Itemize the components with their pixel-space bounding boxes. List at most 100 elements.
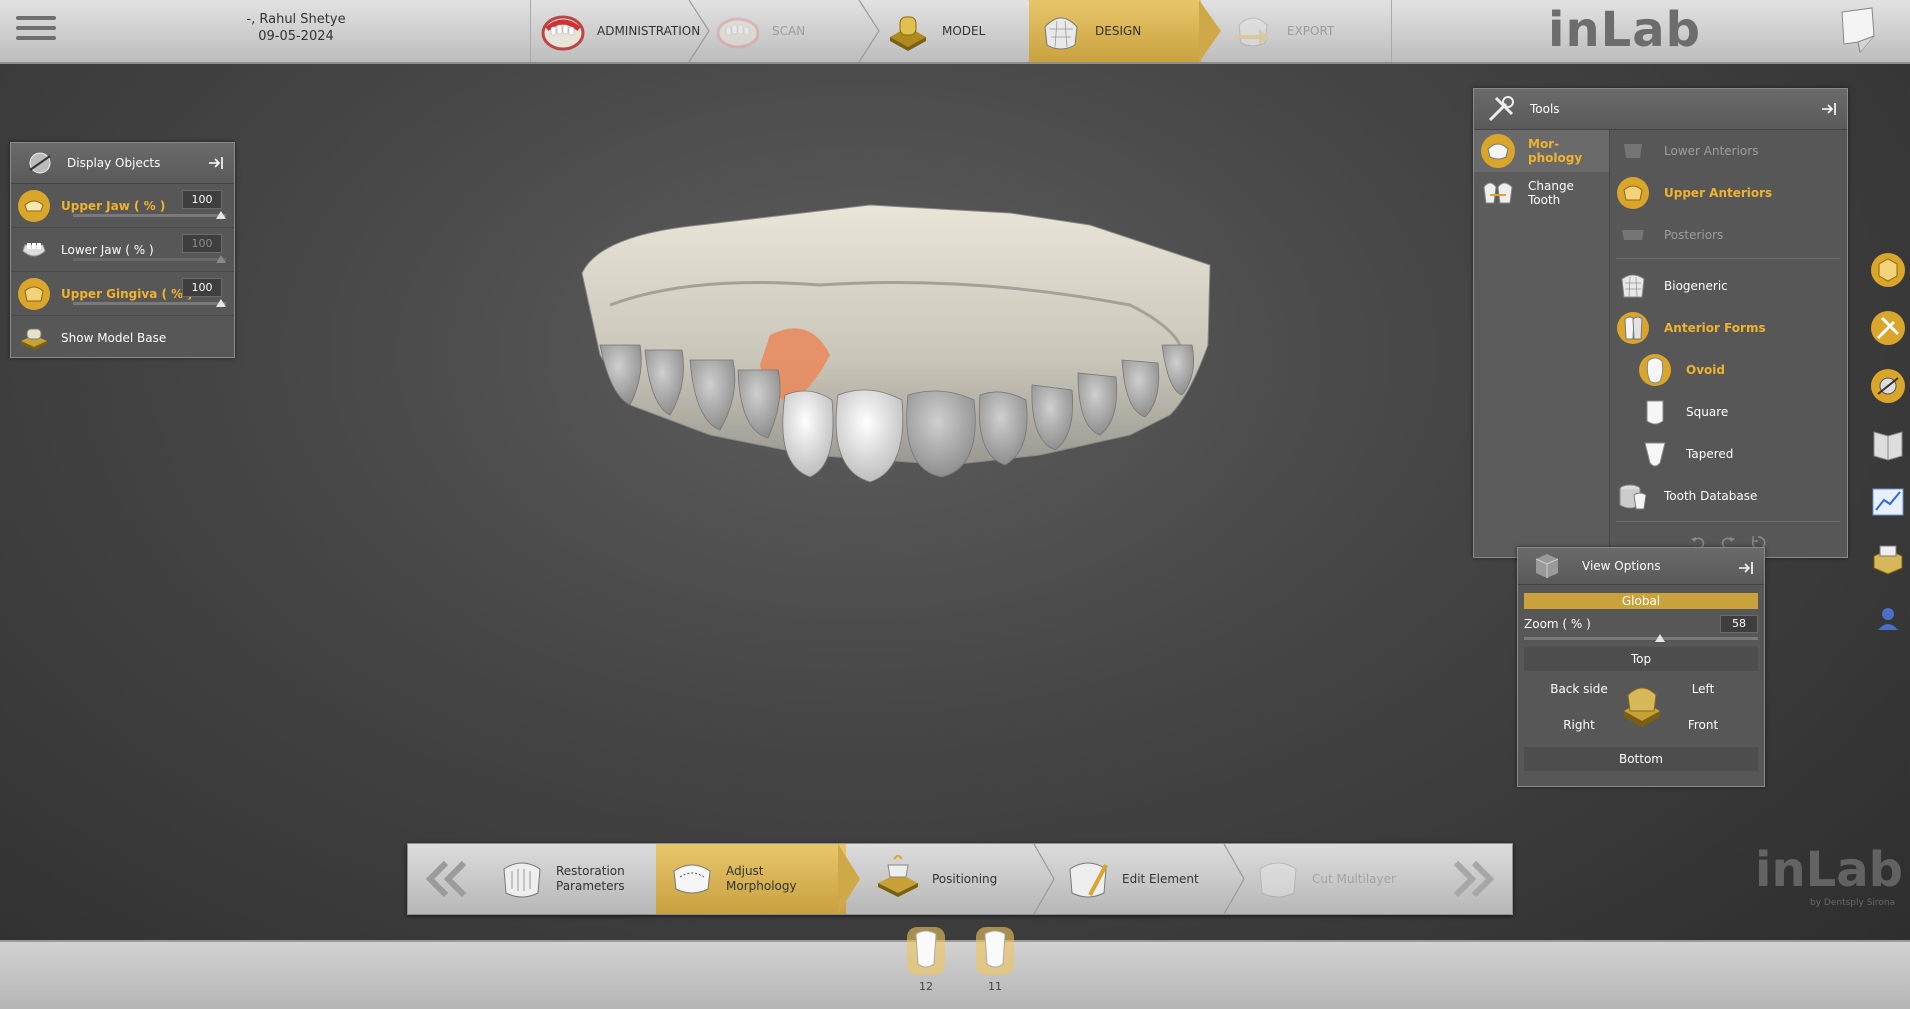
option-lower-anteriors[interactable]: Lower Anteriors bbox=[1610, 130, 1846, 172]
patient-name: -, Rahul Shetye bbox=[246, 12, 346, 27]
lower-jaw-value[interactable]: 100 bbox=[182, 234, 222, 253]
lower-jaw-row[interactable]: Lower Jaw ( % ) 100 bbox=[11, 228, 234, 272]
double-chevron-left-icon bbox=[425, 860, 467, 898]
zoom-label: Zoom ( % ) bbox=[1524, 617, 1591, 631]
lower-jaw-slider[interactable] bbox=[73, 255, 226, 263]
view-bottom-button[interactable]: Bottom bbox=[1524, 747, 1758, 771]
export-icon bbox=[1235, 17, 1269, 47]
lower-anteriors-icon bbox=[1624, 144, 1642, 158]
view-direction-grid: Top Back side Left Right Front Bottom bbox=[1524, 645, 1758, 795]
global-view-button[interactable]: Global bbox=[1524, 593, 1758, 609]
book-icon[interactable] bbox=[1870, 426, 1906, 462]
chevron-separator-icon bbox=[838, 844, 860, 914]
zoom-slider[interactable] bbox=[1524, 634, 1758, 642]
option-anterior-forms[interactable]: Anterior Forms bbox=[1610, 307, 1846, 349]
model-base-icon bbox=[21, 328, 47, 350]
option-posteriors[interactable]: Posteriors bbox=[1610, 214, 1846, 256]
view-options-panel: View Options Global Zoom ( % ) 58 Top Ba… bbox=[1517, 547, 1765, 787]
avatar-icon[interactable] bbox=[1870, 600, 1906, 636]
upper-jaw-value[interactable]: 100 bbox=[182, 190, 222, 209]
option-label: Biogeneric bbox=[1664, 279, 1728, 293]
tooth-chip-11[interactable]: 11 bbox=[972, 926, 1018, 996]
step-label: Cut Multilayer bbox=[1312, 871, 1396, 886]
option-tooth-database[interactable]: Tooth Database bbox=[1610, 475, 1846, 517]
design-step-toolbar: Restoration Parameters Adjust Morphology… bbox=[407, 843, 1513, 915]
menu-icon[interactable] bbox=[16, 10, 56, 50]
square-tooth-icon bbox=[1646, 400, 1664, 425]
step-adjust-morphology[interactable]: Adjust Morphology bbox=[656, 844, 846, 914]
upper-gingiva-icon bbox=[18, 277, 50, 310]
zoom-control: Zoom ( % ) 58 bbox=[1524, 613, 1758, 645]
pin-panel-icon[interactable] bbox=[1821, 101, 1837, 117]
step-label: Positioning bbox=[932, 871, 998, 886]
panel-title: Display Objects bbox=[67, 156, 161, 170]
workflow-step-export[interactable]: EXPORT bbox=[1221, 0, 1389, 62]
pin-panel-icon[interactable] bbox=[1738, 560, 1754, 576]
cut-multilayer-icon bbox=[1259, 862, 1297, 898]
show-model-base-row[interactable]: Show Model Base bbox=[11, 316, 234, 359]
previous-step-button[interactable] bbox=[408, 844, 486, 914]
step-cut-multilayer[interactable]: Cut Multilayer bbox=[1242, 844, 1432, 914]
workflow-step-administration[interactable]: ADMINISTRATION bbox=[531, 0, 701, 62]
view-top-button[interactable]: Top bbox=[1524, 647, 1758, 671]
workflow-step-scan[interactable]: SCAN bbox=[706, 0, 871, 62]
upper-jaw-icon bbox=[18, 189, 50, 222]
view-right-button[interactable]: Right bbox=[1524, 713, 1634, 737]
tool-morphology[interactable]: Mor- phology bbox=[1474, 130, 1609, 172]
tool-change-tooth[interactable]: Change Tooth bbox=[1474, 172, 1609, 214]
crown-design-icon bbox=[1044, 17, 1078, 50]
posteriors-icon bbox=[1622, 230, 1644, 240]
jaw-icon bbox=[541, 15, 585, 51]
workflow-step-model[interactable]: MODEL bbox=[876, 0, 1041, 62]
option-biogeneric[interactable]: Biogeneric bbox=[1610, 265, 1846, 307]
inlab-logo: inLab bbox=[1548, 2, 1701, 58]
display-objects-header: Display Objects bbox=[11, 143, 234, 184]
pin-panel-icon[interactable] bbox=[208, 155, 224, 171]
upper-jaw-row[interactable]: Upper Jaw ( % ) 100 bbox=[11, 184, 234, 228]
view-front-button[interactable]: Front bbox=[1648, 713, 1758, 737]
step-label: Adjust Morphology bbox=[726, 864, 797, 893]
chart-icon[interactable] bbox=[1870, 484, 1906, 520]
scan-jaw-icon bbox=[716, 17, 760, 49]
slider-thumb[interactable] bbox=[216, 255, 226, 263]
morphology-icon bbox=[1481, 134, 1515, 168]
view-left-button[interactable]: Left bbox=[1648, 677, 1758, 701]
next-step-button[interactable] bbox=[1434, 844, 1512, 914]
upper-jaw-slider[interactable] bbox=[73, 211, 226, 219]
step-edit-element[interactable]: Edit Element bbox=[1052, 844, 1232, 914]
option-tapered[interactable]: Tapered bbox=[1610, 433, 1846, 475]
view-back-side-button[interactable]: Back side bbox=[1524, 677, 1634, 701]
milling-icon[interactable] bbox=[1870, 542, 1906, 578]
cube-view-icon[interactable] bbox=[1870, 252, 1906, 288]
upper-gingiva-value[interactable]: 100 bbox=[182, 278, 222, 297]
tooth-chip-12[interactable]: 12 bbox=[903, 926, 949, 996]
upper-gingiva-row[interactable]: Upper Gingiva ( % ) 100 bbox=[11, 272, 234, 316]
slider-thumb[interactable] bbox=[216, 299, 226, 307]
zoom-slider-thumb[interactable] bbox=[1654, 634, 1665, 642]
tooth-tray bbox=[0, 940, 1910, 1009]
upper-jaw-label: Upper Jaw ( % ) bbox=[61, 198, 166, 213]
panel-title: View Options bbox=[1582, 559, 1661, 573]
tools-category-list: Mor- phology Change Tooth bbox=[1474, 130, 1610, 556]
display-objects-icon[interactable] bbox=[1870, 368, 1906, 404]
tooth-database-icon bbox=[1619, 484, 1647, 510]
zoom-value[interactable]: 58 bbox=[1720, 615, 1758, 633]
slider-thumb[interactable] bbox=[216, 211, 226, 219]
workflow-step-design[interactable]: DESIGN bbox=[1029, 0, 1201, 62]
double-chevron-right-icon bbox=[1453, 860, 1495, 898]
upper-gingiva-slider[interactable] bbox=[73, 299, 226, 307]
jaw-orientation-icon[interactable] bbox=[1620, 675, 1664, 735]
dental-model-3d-view[interactable] bbox=[570, 195, 1220, 525]
workflow-step-label: DESIGN bbox=[1095, 24, 1142, 38]
step-restoration-parameters[interactable]: Restoration Parameters bbox=[486, 844, 666, 914]
divider bbox=[1616, 521, 1840, 522]
tooth-number: 12 bbox=[919, 980, 933, 993]
help-document-icon[interactable] bbox=[1838, 6, 1880, 56]
tooth-icon bbox=[907, 927, 945, 975]
step-positioning[interactable]: Positioning bbox=[862, 844, 1042, 914]
ovoid-tooth-icon bbox=[1639, 354, 1671, 386]
tools-icon[interactable] bbox=[1870, 310, 1906, 346]
option-ovoid[interactable]: Ovoid bbox=[1610, 349, 1846, 391]
option-square[interactable]: Square bbox=[1610, 391, 1846, 433]
option-upper-anteriors[interactable]: Upper Anteriors bbox=[1610, 172, 1846, 214]
